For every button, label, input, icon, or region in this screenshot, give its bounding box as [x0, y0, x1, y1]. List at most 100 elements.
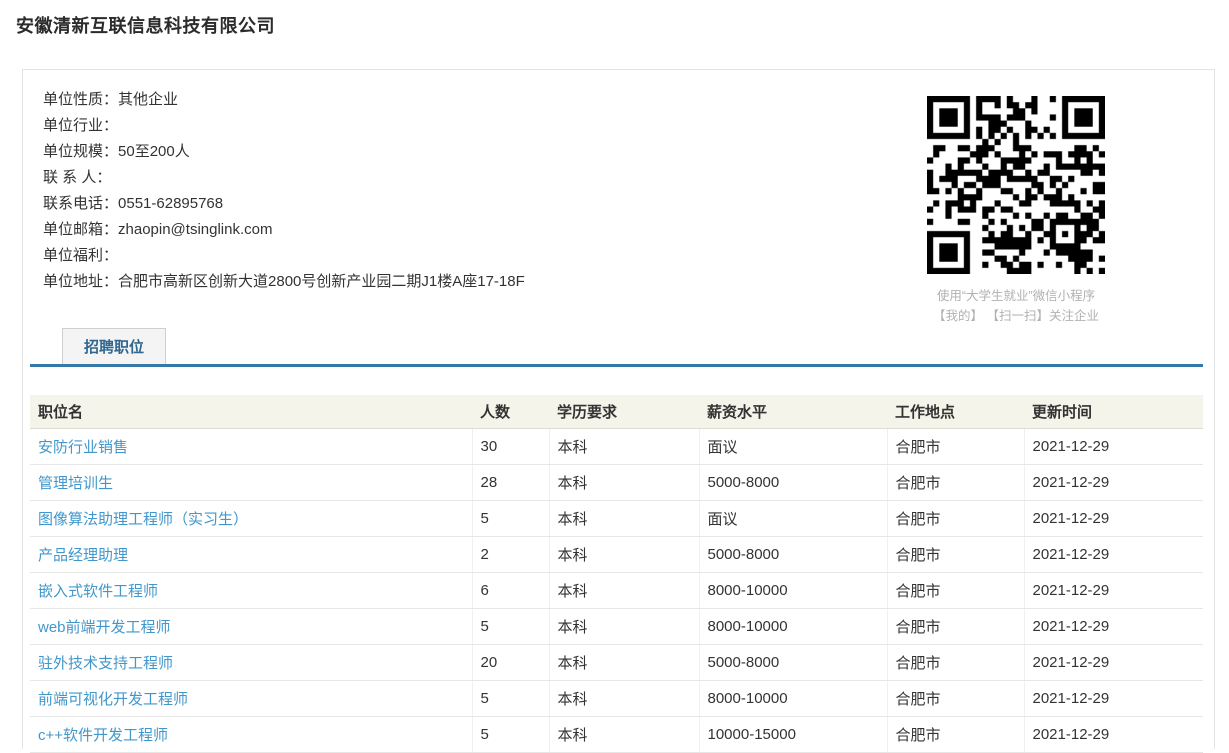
- table-row: 驻外技术支持工程师20本科5000-8000合肥市2021-12-29: [30, 645, 1203, 681]
- job-cell: 合肥市: [887, 429, 1024, 465]
- job-link[interactable]: 前端可视化开发工程师: [38, 691, 188, 708]
- info-label: 单位行业：: [43, 117, 118, 134]
- job-cell: 本科: [549, 717, 699, 753]
- job-cell: 本科: [549, 501, 699, 537]
- company-info-line: 联 系 人：: [43, 165, 883, 191]
- company-info-list: 单位性质：其他企业单位行业：单位规模：50至200人联 系 人：联系电话：055…: [23, 70, 883, 295]
- job-cell: 面议: [699, 501, 887, 537]
- job-cell: 5000-8000: [699, 537, 887, 573]
- job-cell: 2021-12-29: [1024, 537, 1203, 573]
- info-value: 0551-62895768: [118, 195, 223, 212]
- table-row: 前端可视化开发工程师 5本科8000-10000合肥市2021-12-29: [30, 681, 1203, 717]
- job-link[interactable]: 安防行业销售: [38, 439, 128, 456]
- job-cell: 合肥市: [887, 717, 1024, 753]
- job-link[interactable]: c++软件开发工程师: [38, 727, 168, 744]
- info-value: 其他企业: [118, 91, 178, 108]
- info-value: 合肥市高新区创新大道2800号创新产业园二期J1楼A座17-18F: [118, 273, 525, 290]
- job-cell: 8000-10000: [699, 609, 887, 645]
- job-cell: 30: [472, 429, 549, 465]
- job-name-cell: 产品经理助理: [30, 537, 472, 573]
- company-info-line: 单位行业：: [43, 113, 883, 139]
- table-row: 管理培训生 28本科5000-8000合肥市2021-12-29: [30, 465, 1203, 501]
- job-link[interactable]: 图像算法助理工程师（实习生）: [38, 511, 248, 528]
- column-header: 更新时间: [1024, 395, 1203, 429]
- job-name-cell: 管理培训生: [30, 465, 472, 501]
- company-info-line: 单位地址：合肥市高新区创新大道2800号创新产业园二期J1楼A座17-18F: [43, 269, 883, 295]
- job-cell: 合肥市: [887, 645, 1024, 681]
- job-cell: 8000-10000: [699, 681, 887, 717]
- info-label: 联系电话：: [43, 195, 118, 212]
- job-cell: 5: [472, 717, 549, 753]
- job-cell: 本科: [549, 609, 699, 645]
- job-cell: 本科: [549, 537, 699, 573]
- tab-bar: 招聘职位: [30, 328, 1203, 367]
- job-cell: 8000-10000: [699, 573, 887, 609]
- job-link[interactable]: 嵌入式软件工程师: [38, 583, 158, 600]
- tab-recruit-positions[interactable]: 招聘职位: [62, 328, 166, 364]
- job-cell: 6: [472, 573, 549, 609]
- job-cell: 2021-12-29: [1024, 429, 1203, 465]
- info-label: 单位地址：: [43, 273, 118, 290]
- job-cell: 2021-12-29: [1024, 681, 1203, 717]
- job-link[interactable]: web前端开发工程师: [38, 619, 171, 636]
- job-cell: 2021-12-29: [1024, 645, 1203, 681]
- info-label: 单位福利：: [43, 247, 118, 264]
- column-header: 工作地点: [887, 395, 1024, 429]
- job-cell: 合肥市: [887, 681, 1024, 717]
- qr-caption-line2: 【我的】 【扫一扫】关注企业: [896, 306, 1136, 326]
- job-name-cell: web前端开发工程师: [30, 609, 472, 645]
- job-cell: 合肥市: [887, 537, 1024, 573]
- company-card: 单位性质：其他企业单位行业：单位规模：50至200人联 系 人：联系电话：055…: [22, 69, 1215, 749]
- table-row: web前端开发工程师 5本科8000-10000合肥市2021-12-29: [30, 609, 1203, 645]
- info-label: 单位规模：: [43, 143, 118, 160]
- info-label: 单位邮箱：: [43, 221, 118, 238]
- table-header-row: 职位名人数学历要求薪资水平工作地点更新时间: [30, 395, 1203, 429]
- job-name-cell: 驻外技术支持工程师: [30, 645, 472, 681]
- job-name-cell: 安防行业销售: [30, 429, 472, 465]
- job-cell: 本科: [549, 573, 699, 609]
- jobs-table: 职位名人数学历要求薪资水平工作地点更新时间 安防行业销售30本科面议合肥市202…: [30, 395, 1203, 753]
- job-name-cell: 嵌入式软件工程师: [30, 573, 472, 609]
- job-cell: 2021-12-29: [1024, 465, 1203, 501]
- job-cell: 28: [472, 465, 549, 501]
- company-info-line: 联系电话：0551-62895768: [43, 191, 883, 217]
- job-cell: 5: [472, 501, 549, 537]
- table-row: 产品经理助理 2本科5000-8000合肥市2021-12-29: [30, 537, 1203, 573]
- table-row: 安防行业销售30本科面议合肥市2021-12-29: [30, 429, 1203, 465]
- table-row: 嵌入式软件工程师 6本科8000-10000合肥市2021-12-29: [30, 573, 1203, 609]
- company-info-line: 单位福利：: [43, 243, 883, 269]
- info-label: 联 系 人：: [43, 169, 111, 186]
- job-cell: 20: [472, 645, 549, 681]
- table-row: 图像算法助理工程师（实习生）5本科面议合肥市2021-12-29: [30, 501, 1203, 537]
- job-cell: 本科: [549, 429, 699, 465]
- job-cell: 本科: [549, 681, 699, 717]
- job-cell: 合肥市: [887, 501, 1024, 537]
- job-cell: 2: [472, 537, 549, 573]
- job-link[interactable]: 产品经理助理: [38, 547, 128, 564]
- job-cell: 2021-12-29: [1024, 717, 1203, 753]
- job-cell: 2021-12-29: [1024, 573, 1203, 609]
- column-header: 学历要求: [549, 395, 699, 429]
- job-link[interactable]: 管理培训生: [38, 475, 113, 492]
- job-link[interactable]: 驻外技术支持工程师: [38, 655, 173, 672]
- job-cell: 2021-12-29: [1024, 609, 1203, 645]
- column-header: 人数: [472, 395, 549, 429]
- job-cell: 5: [472, 609, 549, 645]
- qr-block: 使用“大学生就业”微信小程序 【我的】 【扫一扫】关注企业: [896, 96, 1136, 326]
- company-info-line: 单位邮箱：zhaopin@tsinglink.com: [43, 217, 883, 243]
- job-cell: 本科: [549, 645, 699, 681]
- job-cell: 合肥市: [887, 465, 1024, 501]
- job-cell: 合肥市: [887, 609, 1024, 645]
- info-value: 50至200人: [118, 143, 190, 160]
- info-label: 单位性质：: [43, 91, 118, 108]
- job-cell: 5000-8000: [699, 465, 887, 501]
- job-name-cell: 前端可视化开发工程师: [30, 681, 472, 717]
- job-cell: 5: [472, 681, 549, 717]
- job-cell: 合肥市: [887, 573, 1024, 609]
- qr-caption-line1: 使用“大学生就业”微信小程序: [896, 286, 1136, 306]
- info-value: zhaopin@tsinglink.com: [118, 221, 272, 238]
- job-cell: 10000-15000: [699, 717, 887, 753]
- job-cell: 本科: [549, 465, 699, 501]
- company-info-line: 单位性质：其他企业: [43, 87, 883, 113]
- job-name-cell: 图像算法助理工程师（实习生）: [30, 501, 472, 537]
